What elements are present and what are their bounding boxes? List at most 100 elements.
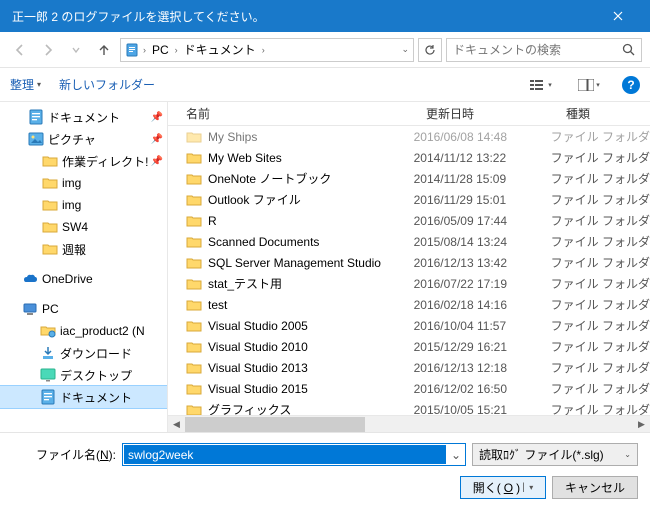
tree-label: デスクトップ	[60, 367, 132, 384]
file-name: R	[208, 214, 414, 228]
col-type[interactable]: 種類	[558, 105, 650, 122]
dialog-title: 正一郎 2 のログファイルを選択してください。	[12, 8, 598, 25]
help-icon: ?	[627, 78, 634, 92]
col-date[interactable]: 更新日時	[418, 105, 558, 122]
preview-icon	[578, 79, 594, 91]
file-row[interactable]: Outlook ファイル2016/11/29 15:01ファイル フォルダ	[168, 189, 650, 210]
folder-icon	[186, 360, 202, 376]
tree-item[interactable]: PC	[0, 298, 167, 320]
file-type: ファイル フォルダ	[551, 170, 650, 187]
tree-label: SW4	[62, 220, 88, 234]
up-button[interactable]	[92, 38, 116, 62]
file-list[interactable]: My Ships2016/06/08 14:48ファイル フォルダMy Web …	[168, 126, 650, 415]
onedrive-icon	[22, 271, 38, 287]
scroll-track[interactable]	[185, 416, 633, 433]
tree-item[interactable]: SW4	[0, 216, 167, 238]
recent-button[interactable]	[64, 38, 88, 62]
h-scrollbar[interactable]: ◀ ▶	[168, 415, 650, 432]
folder-icon	[42, 153, 58, 169]
tree-item[interactable]: img	[0, 194, 167, 216]
tree-label: ピクチャ	[48, 131, 96, 148]
file-row[interactable]: SQL Server Management Studio2016/12/13 1…	[168, 252, 650, 273]
open-button[interactable]: 開く(O)▏▾	[460, 476, 546, 499]
column-headers: 名前 更新日時 種類	[168, 102, 650, 126]
help-button[interactable]: ?	[622, 76, 640, 94]
breadcrumb-folder[interactable]: ドキュメント	[182, 41, 258, 58]
tree-item[interactable]: OneDrive	[0, 268, 167, 290]
new-folder-button[interactable]: 新しいフォルダー	[59, 76, 155, 93]
organize-button[interactable]: 整理 ▾	[10, 76, 41, 93]
cancel-button[interactable]: キャンセル	[552, 476, 638, 499]
chevron-down-icon: ⌄	[624, 450, 631, 459]
folder-icon	[186, 318, 202, 334]
scroll-right-button[interactable]: ▶	[633, 416, 650, 433]
tree-item[interactable]: img	[0, 172, 167, 194]
file-pane: 名前 更新日時 種類 My Ships2016/06/08 14:48ファイル …	[168, 102, 650, 432]
file-date: 2016/12/13 12:18	[414, 361, 551, 375]
search-input[interactable]	[453, 43, 622, 57]
file-type-filter[interactable]: 読取ﾛｸﾞ ファイル(*.slg) ⌄	[472, 443, 638, 466]
file-row[interactable]: stat_テスト用2016/07/22 17:19ファイル フォルダ	[168, 273, 650, 294]
folder-icon	[186, 192, 202, 208]
filename-combo[interactable]: ⌄	[122, 443, 466, 466]
file-date: 2016/05/09 17:44	[414, 214, 551, 228]
file-row[interactable]: Visual Studio 20152016/12/02 16:50ファイル フ…	[168, 378, 650, 399]
filter-label: 読取ﾛｸﾞ ファイル(*.slg)	[479, 446, 624, 463]
tree-item[interactable]: ドキュメント	[0, 386, 167, 408]
tree-item[interactable]: ピクチャ📌	[0, 128, 167, 150]
file-name: グラフィックス	[208, 401, 414, 415]
col-name[interactable]: 名前	[168, 105, 418, 122]
footer: ファイル名(N): ⌄ 読取ﾛｸﾞ ファイル(*.slg) ⌄ 開く(O)▏▾ …	[0, 432, 650, 509]
tree-item[interactable]: デスクトップ	[0, 364, 167, 386]
refresh-button[interactable]	[418, 38, 442, 62]
folder-icon	[42, 219, 58, 235]
file-name: Visual Studio 2015	[208, 382, 414, 396]
tree-item[interactable]: 週報	[0, 238, 167, 260]
forward-button[interactable]	[36, 38, 60, 62]
back-button[interactable]	[8, 38, 32, 62]
chevron-down-icon[interactable]: ⌄	[447, 448, 465, 462]
tree-item[interactable]: ダウンロード	[0, 342, 167, 364]
view-button[interactable]: ▾	[526, 74, 556, 96]
file-date: 2014/11/28 15:09	[414, 172, 551, 186]
pin-icon: 📌	[151, 156, 163, 167]
file-row[interactable]: Visual Studio 20052016/10/04 11:57ファイル フ…	[168, 315, 650, 336]
file-name: SQL Server Management Studio	[208, 256, 414, 270]
tree-item[interactable]: 作業ディレクト!📌	[0, 150, 167, 172]
file-row[interactable]: OneNote ノートブック2014/11/28 15:09ファイル フォルダ	[168, 168, 650, 189]
file-row[interactable]: Visual Studio 20132016/12/13 12:18ファイル フ…	[168, 357, 650, 378]
tree-item[interactable]: ドキュメント📌	[0, 106, 167, 128]
file-row[interactable]: Visual Studio 20102015/12/29 16:21ファイル フ…	[168, 336, 650, 357]
file-date: 2016/02/18 14:16	[414, 298, 551, 312]
breadcrumb-pc[interactable]: PC	[150, 43, 171, 57]
filename-input[interactable]	[124, 445, 446, 464]
file-row[interactable]: R2016/05/09 17:44ファイル フォルダ	[168, 210, 650, 231]
file-row[interactable]: test2016/02/18 14:16ファイル フォルダ	[168, 294, 650, 315]
preview-button[interactable]: ▾	[574, 74, 604, 96]
scroll-left-button[interactable]: ◀	[168, 416, 185, 433]
folder-icon	[186, 129, 202, 145]
close-button[interactable]	[598, 0, 638, 32]
scroll-thumb[interactable]	[185, 417, 365, 432]
folder-icon	[186, 402, 202, 416]
button-row: 開く(O)▏▾ キャンセル	[12, 476, 638, 499]
file-row[interactable]: My Web Sites2014/11/12 13:22ファイル フォルダ	[168, 147, 650, 168]
file-name: OneNote ノートブック	[208, 170, 414, 187]
file-date: 2015/08/14 13:24	[414, 235, 551, 249]
tree-item[interactable]: iac_product2 (N	[0, 320, 167, 342]
toolbar: 整理 ▾ 新しいフォルダー ▾ ▾ ?	[0, 68, 650, 102]
file-type: ファイル フォルダ	[551, 380, 650, 397]
folder-icon	[186, 381, 202, 397]
folder-icon	[42, 241, 58, 257]
file-date: 2016/11/29 15:01	[414, 193, 551, 207]
file-type: ファイル フォルダ	[551, 254, 650, 271]
search-box[interactable]	[446, 38, 642, 62]
address-bar[interactable]: › PC › ドキュメント › ⌄	[120, 38, 414, 62]
chevron-down-icon[interactable]: ⌄	[401, 44, 409, 55]
file-row[interactable]: グラフィックス2015/10/05 15:21ファイル フォルダ	[168, 399, 650, 415]
file-row[interactable]: My Ships2016/06/08 14:48ファイル フォルダ	[168, 126, 650, 147]
nav-tree[interactable]: ドキュメント📌ピクチャ📌作業ディレクト!📌imgimgSW4週報OneDrive…	[0, 102, 168, 432]
search-icon[interactable]	[622, 43, 635, 56]
pin-icon: 📌	[151, 112, 163, 123]
file-row[interactable]: Scanned Documents2015/08/14 13:24ファイル フォ…	[168, 231, 650, 252]
